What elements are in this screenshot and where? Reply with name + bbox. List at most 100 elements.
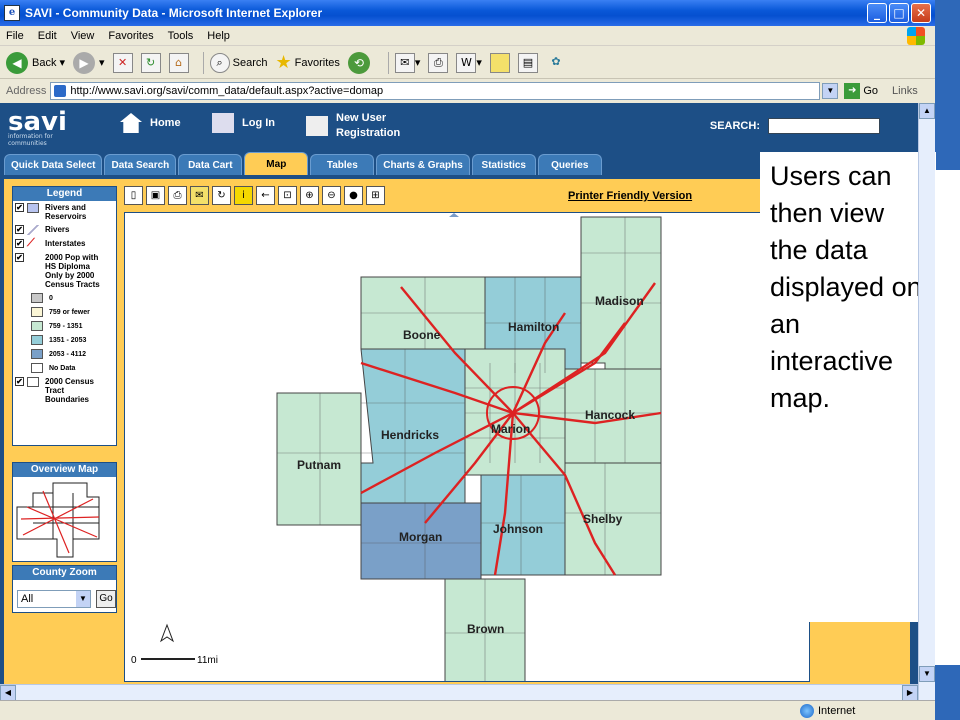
tab-tables[interactable]: Tables <box>310 154 375 175</box>
maximize-button[interactable]: □ <box>889 3 909 23</box>
minimize-button[interactable]: _ <box>867 3 887 23</box>
info-icon[interactable]: i <box>234 186 253 205</box>
zoom-box-icon[interactable]: ⊡ <box>278 186 297 205</box>
scroll-left-icon[interactable]: ◀ <box>0 685 16 701</box>
overview-map-panel: Overview Map <box>12 462 117 562</box>
site-header: savi information for communities Home Lo… <box>0 103 918 151</box>
forward-arrow-icon: ▶ <box>73 51 96 74</box>
discuss-icon[interactable] <box>489 52 510 73</box>
label-shelby: Shelby <box>583 512 623 526</box>
callout-text: Users can then view the data displayed o… <box>760 152 936 622</box>
zoom-in-icon[interactable]: ⊕ <box>300 186 319 205</box>
menu-edit[interactable]: Edit <box>38 30 57 42</box>
nav-login[interactable]: Log In <box>212 113 275 133</box>
legend-class-item: 759 - 1351 <box>13 319 116 333</box>
save-icon[interactable]: ▣ <box>146 186 165 205</box>
county-go-button[interactable]: Go <box>96 590 116 608</box>
messenger-icon[interactable]: ✿ <box>546 53 566 73</box>
savi-logo[interactable]: savi information for communities <box>8 107 80 147</box>
full-extent-icon[interactable]: ⊞ <box>366 186 385 205</box>
legend-class-swatch <box>31 321 43 331</box>
layer-checkbox[interactable]: ✔ <box>15 225 24 234</box>
research-icon[interactable]: ▤ <box>517 52 538 73</box>
legend-class-swatch <box>31 307 43 317</box>
layer-checkbox[interactable]: ✔ <box>15 377 24 386</box>
tab-data-cart[interactable]: Data Cart <box>178 154 243 175</box>
pan-up-icon[interactable] <box>449 213 459 217</box>
map-toolbar: ▯ ▣ ⎙ ✉ ↻ i ← ⊡ ⊕ ⊖ ● ⊞ <box>124 186 385 206</box>
tab-data-search[interactable]: Data Search <box>104 154 177 175</box>
menu-tools[interactable]: Tools <box>168 30 194 42</box>
overview-map[interactable] <box>13 477 116 561</box>
legend-class-label: 2053 - 4112 <box>49 350 86 358</box>
label-hamilton: Hamilton <box>508 320 559 334</box>
horizontal-scrollbar[interactable]: ◀ ▶ <box>0 684 918 701</box>
scale-end: 11mi <box>197 655 218 666</box>
tract-boundary-swatch <box>27 377 39 387</box>
site-search: SEARCH: <box>710 118 880 134</box>
label-brown: Brown <box>467 622 504 636</box>
mail-icon[interactable]: ✉ <box>394 52 415 73</box>
back-arrow-icon[interactable]: ← <box>256 186 275 205</box>
address-dropdown-icon[interactable]: ▼ <box>822 83 839 99</box>
tab-charts-graphs[interactable]: Charts & Graphs <box>376 154 470 175</box>
email-icon[interactable]: ✉ <box>190 186 209 205</box>
refresh-map-icon[interactable]: ↻ <box>212 186 231 205</box>
favorites-button[interactable]: ★ Favorites <box>276 52 340 73</box>
tab-quick-data-select[interactable]: Quick Data Select <box>4 154 103 175</box>
layer-checkbox[interactable]: ✔ <box>15 203 24 212</box>
map-canvas[interactable]: Madison Boone Hamilton Hancock Hendricks… <box>124 212 810 682</box>
vertical-scrollbar[interactable]: ▲ ▼ <box>918 103 935 700</box>
print-icon[interactable]: ⎙ <box>428 52 449 73</box>
zoom-out-icon[interactable]: ⊖ <box>322 186 341 205</box>
reservoir-swatch <box>27 203 39 213</box>
pan-icon[interactable]: ● <box>344 186 363 205</box>
scroll-down-icon[interactable]: ▼ <box>919 666 935 682</box>
scroll-up-icon[interactable]: ▲ <box>919 103 935 119</box>
overview-title: Overview Map <box>13 463 116 477</box>
close-button[interactable]: ✕ <box>911 3 931 23</box>
forward-button[interactable]: ▶ ▾ <box>73 51 105 74</box>
nav-home[interactable]: Home <box>120 113 181 133</box>
nav-registration[interactable]: New User Registration <box>306 111 412 141</box>
menu-help[interactable]: Help <box>207 30 230 42</box>
layer-checkbox[interactable]: ✔ <box>15 253 24 262</box>
back-arrow-icon: ◀ <box>6 51 28 74</box>
scale-start: 0 <box>131 655 137 666</box>
menu-view[interactable]: View <box>71 30 95 42</box>
legend-class-item: 0 <box>13 291 116 305</box>
label-johnson: Johnson <box>493 522 543 536</box>
history-icon[interactable]: ⟲ <box>347 51 370 74</box>
layer-checkbox[interactable]: ✔ <box>15 239 24 248</box>
go-button[interactable]: ➜ Go <box>844 83 878 99</box>
tab-statistics[interactable]: Statistics <box>471 154 536 175</box>
home-icon[interactable]: ⌂ <box>168 52 189 73</box>
county-select[interactable]: All <box>17 590 91 608</box>
menu-bar: File Edit View Favorites Tools Help <box>0 26 935 46</box>
links-button[interactable]: Links <box>892 85 918 97</box>
search-button[interactable]: ⌕ Search <box>209 52 268 73</box>
legend-class-label: 1351 - 2053 <box>49 336 87 344</box>
new-page-icon[interactable]: ▯ <box>124 186 143 205</box>
back-button[interactable]: ◀ Back ▾ <box>6 51 65 74</box>
menu-favorites[interactable]: Favorites <box>108 30 153 42</box>
scroll-right-icon[interactable]: ▶ <box>902 685 918 701</box>
refresh-icon[interactable]: ↻ <box>140 52 161 73</box>
print-map-icon[interactable]: ⎙ <box>168 186 187 205</box>
county-hendricks[interactable] <box>360 348 466 504</box>
menu-file[interactable]: File <box>6 30 24 42</box>
address-input[interactable]: http://www.savi.org/savi/comm_data/defau… <box>50 82 821 100</box>
edit-icon[interactable]: W <box>456 52 477 73</box>
tab-map[interactable]: Map <box>244 152 309 175</box>
legend-class-label: 759 or fewer <box>49 308 90 316</box>
interstate-line-icon: ⟋ <box>27 237 35 249</box>
slide-background-strip <box>935 0 960 720</box>
printer-friendly-link[interactable]: Printer Friendly Version <box>568 190 692 202</box>
legend-panel: Legend ✔ Rivers and Reservoirs ✔ Rivers … <box>12 186 117 446</box>
site-search-input[interactable] <box>768 118 880 134</box>
legend-layer: ✔ Rivers and Reservoirs <box>15 203 87 221</box>
stop-icon[interactable]: ✕ <box>112 52 133 73</box>
river-line-icon <box>27 225 39 235</box>
tab-queries[interactable]: Queries <box>537 154 602 175</box>
legend-class-label: 759 - 1351 <box>49 322 83 330</box>
